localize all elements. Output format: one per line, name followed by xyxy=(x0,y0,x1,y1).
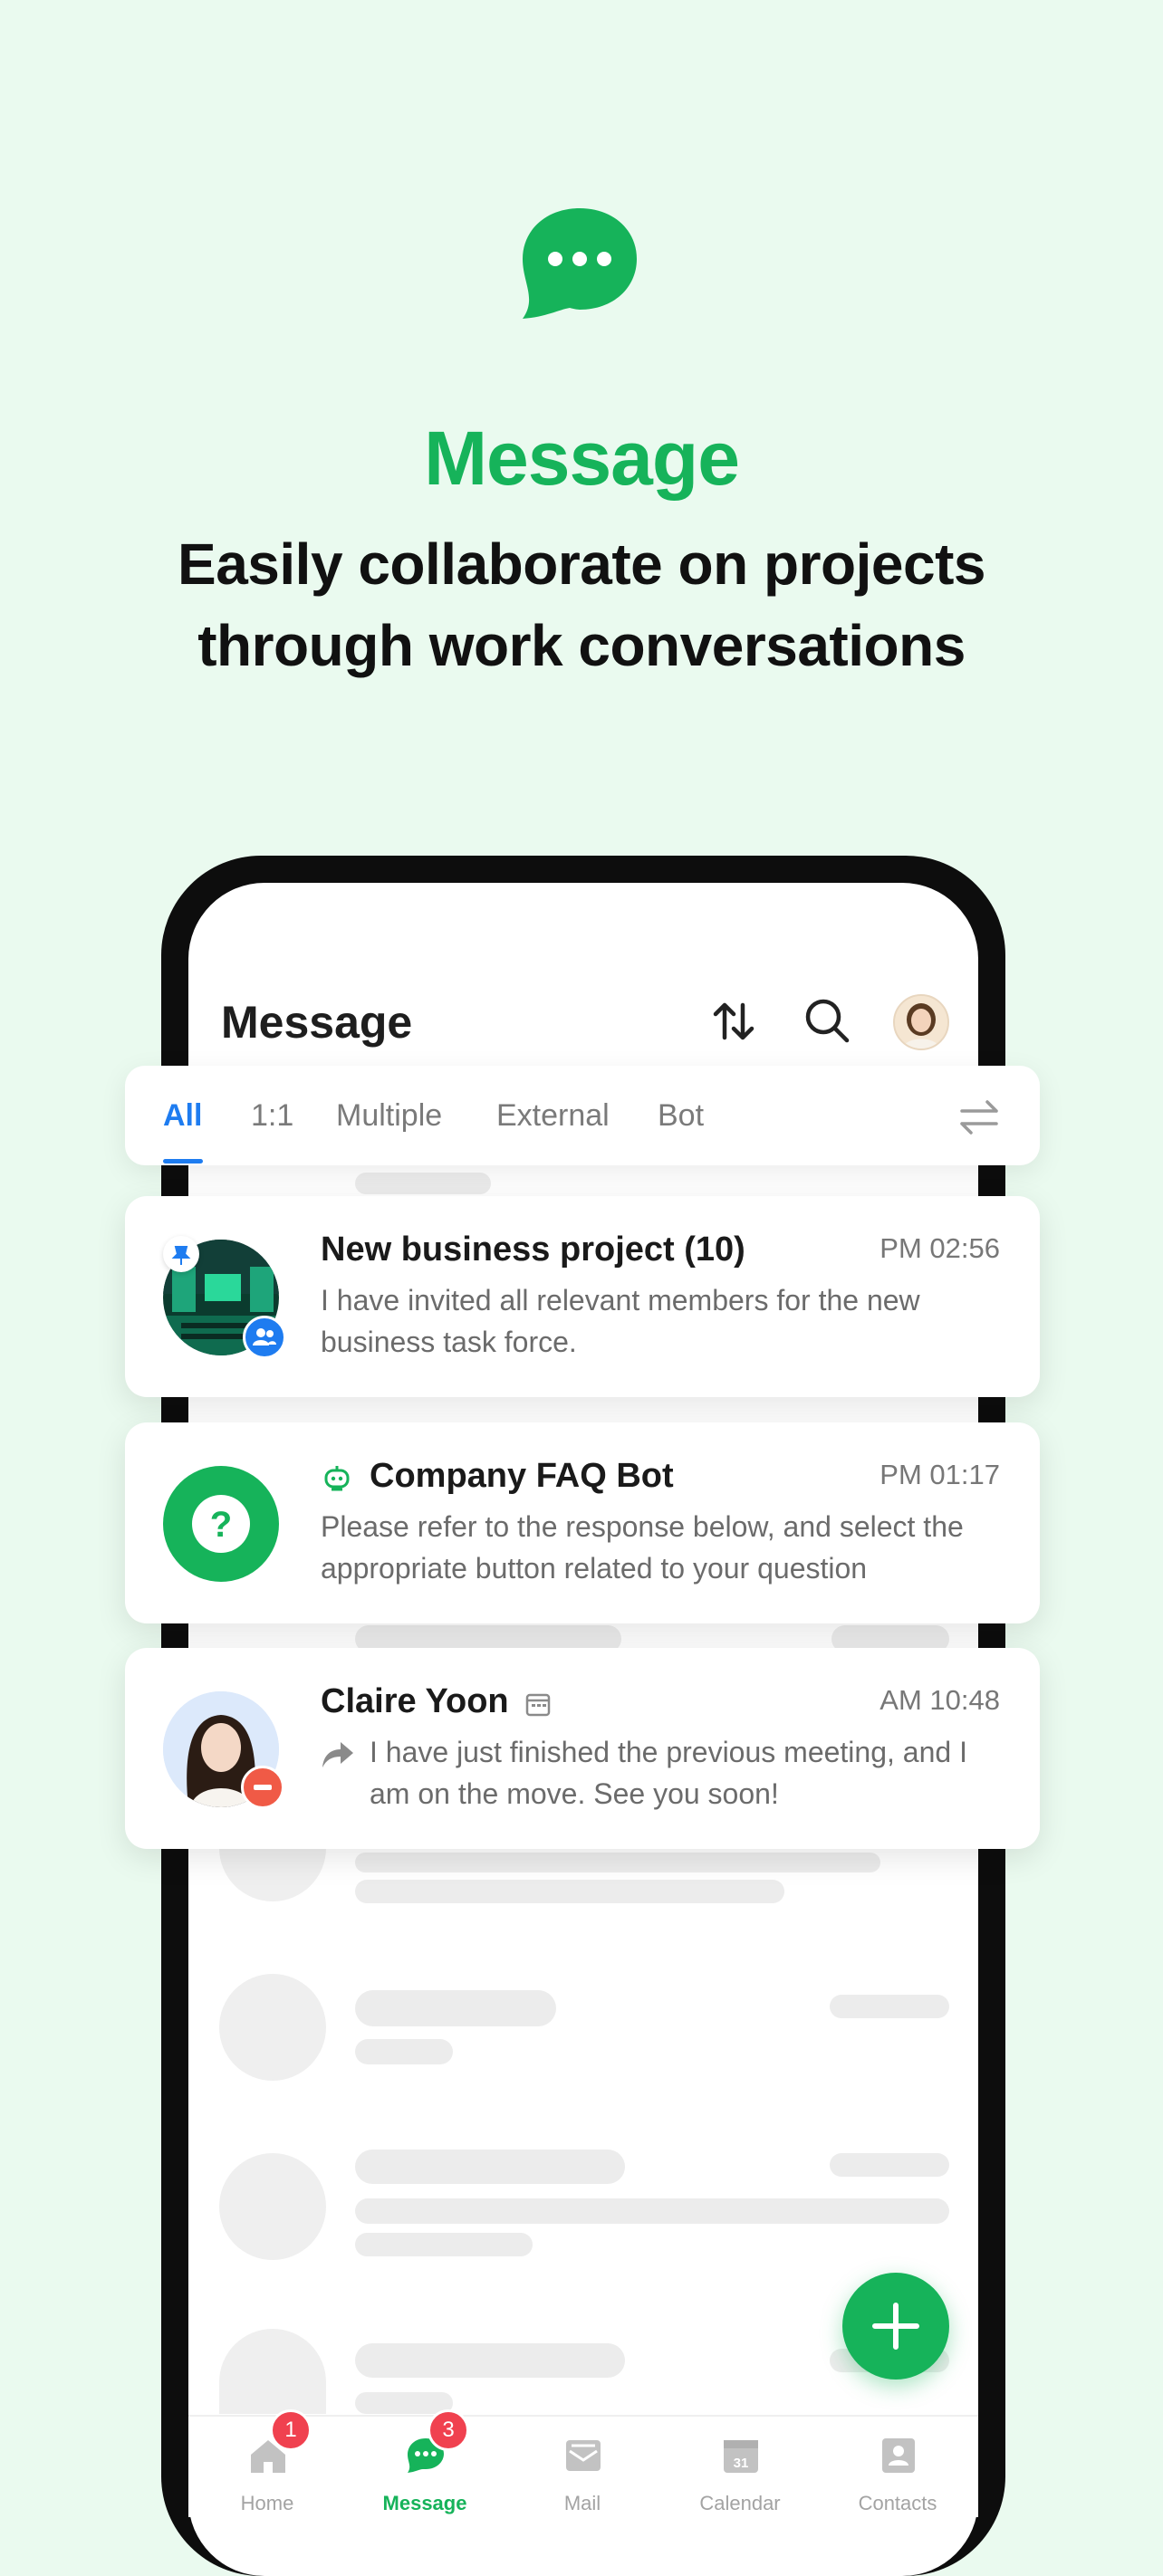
swap-icon[interactable] xyxy=(958,1096,1000,1138)
tab-multiple[interactable]: Multiple xyxy=(336,1098,442,1134)
message-badge: 3 xyxy=(428,2409,469,2451)
sort-icon[interactable] xyxy=(708,996,759,1047)
home-badge: 1 xyxy=(270,2409,312,2451)
hero-title: Message xyxy=(424,416,740,501)
nav-home[interactable]: 1 Home xyxy=(188,2409,346,2517)
do-not-disturb-icon xyxy=(241,1766,284,1809)
chat-bubble-icon xyxy=(523,208,637,319)
conversation-name: New business project (10) xyxy=(321,1231,745,1269)
message-item-company-faq-bot[interactable]: ? Company FAQ Bot PM 01:17 Please refer … xyxy=(125,1422,1040,1623)
hero-subtitle-line1: Easily collaborate on projects xyxy=(178,531,985,597)
nav-message[interactable]: 3 Message xyxy=(346,2409,504,2517)
tab-1-1[interactable]: 1:1 xyxy=(251,1098,293,1134)
tab-all[interactable]: All xyxy=(163,1098,202,1134)
placeholder-line xyxy=(355,2150,625,2184)
calendar-status-icon xyxy=(525,1693,551,1717)
nav-calendar[interactable]: 31 Calendar xyxy=(661,2417,819,2517)
conversation-name: Claire Yoon xyxy=(321,1682,509,1720)
placeholder-line xyxy=(355,2343,625,2378)
nav-contacts[interactable]: Contacts xyxy=(819,2417,976,2517)
placeholder-line xyxy=(355,2198,949,2224)
plus-icon xyxy=(872,2303,919,2350)
bottom-nav: 1 Home 3 Message Mail 31 Calendar Contac… xyxy=(188,2409,978,2517)
pin-icon xyxy=(163,1236,199,1272)
placeholder-line xyxy=(355,1990,556,2026)
contacts-icon xyxy=(882,2438,915,2473)
tab-external[interactable]: External xyxy=(496,1098,610,1134)
message-item-new-business-project[interactable]: New business project (10) PM 02:56 I hav… xyxy=(125,1196,1040,1397)
tab-bar: All 1:1 Multiple External Bot xyxy=(125,1066,1040,1165)
mail-icon xyxy=(566,2440,601,2471)
nav-home-label: Home xyxy=(240,2492,294,2514)
forward-icon xyxy=(322,1742,353,1767)
placeholder-line xyxy=(355,2233,533,2256)
calendar-icon: 31 xyxy=(724,2440,758,2473)
placeholder-line xyxy=(830,2153,949,2177)
conversation-time: PM 02:56 xyxy=(879,1232,1000,1264)
calendar-icon-date: 31 xyxy=(734,2456,749,2471)
nav-calendar-label: Calendar xyxy=(699,2492,781,2514)
nav-contacts-label: Contacts xyxy=(858,2492,937,2514)
hero-subtitle: Easily collaborate on projects through w… xyxy=(0,523,1163,686)
hero-subtitle-line2: through work conversations xyxy=(197,613,966,678)
placeholder-line xyxy=(355,1880,784,1903)
conversation-time: PM 01:17 xyxy=(879,1459,1000,1490)
tab-active-indicator xyxy=(163,1159,203,1164)
nav-mail-label: Mail xyxy=(563,2492,601,2514)
group-badge-icon xyxy=(243,1316,286,1359)
search-icon[interactable] xyxy=(801,994,853,1047)
bot-avatar: ? xyxy=(163,1466,279,1582)
page-title: Message xyxy=(221,997,413,1048)
placeholder-line xyxy=(830,1995,949,2018)
svg-text:?: ? xyxy=(210,1505,232,1545)
bot-icon xyxy=(324,1466,350,1491)
tab-bot[interactable]: Bot xyxy=(658,1098,704,1134)
conversation-time: AM 10:48 xyxy=(879,1684,1000,1716)
conversation-name: Company FAQ Bot xyxy=(370,1457,674,1495)
placeholder-avatar xyxy=(219,2153,326,2260)
conversation-preview: I have just finished the previous meetin… xyxy=(370,1736,967,1810)
placeholder-line xyxy=(355,1853,880,1872)
conversation-preview: Please refer to the response below, and … xyxy=(321,1510,964,1585)
conversation-preview: I have invited all relevant members for … xyxy=(321,1284,920,1358)
placeholder-line xyxy=(355,2039,453,2064)
message-item-claire-yoon[interactable]: Claire Yoon AM 10:48 I have just finishe… xyxy=(125,1648,1040,1849)
placeholder-line xyxy=(355,1173,491,1194)
profile-avatar[interactable] xyxy=(893,994,949,1050)
nav-mail[interactable]: Mail xyxy=(504,2417,661,2517)
placeholder-avatar xyxy=(219,1974,326,2081)
new-message-button[interactable] xyxy=(842,2273,949,2380)
nav-message-label: Message xyxy=(382,2492,467,2514)
